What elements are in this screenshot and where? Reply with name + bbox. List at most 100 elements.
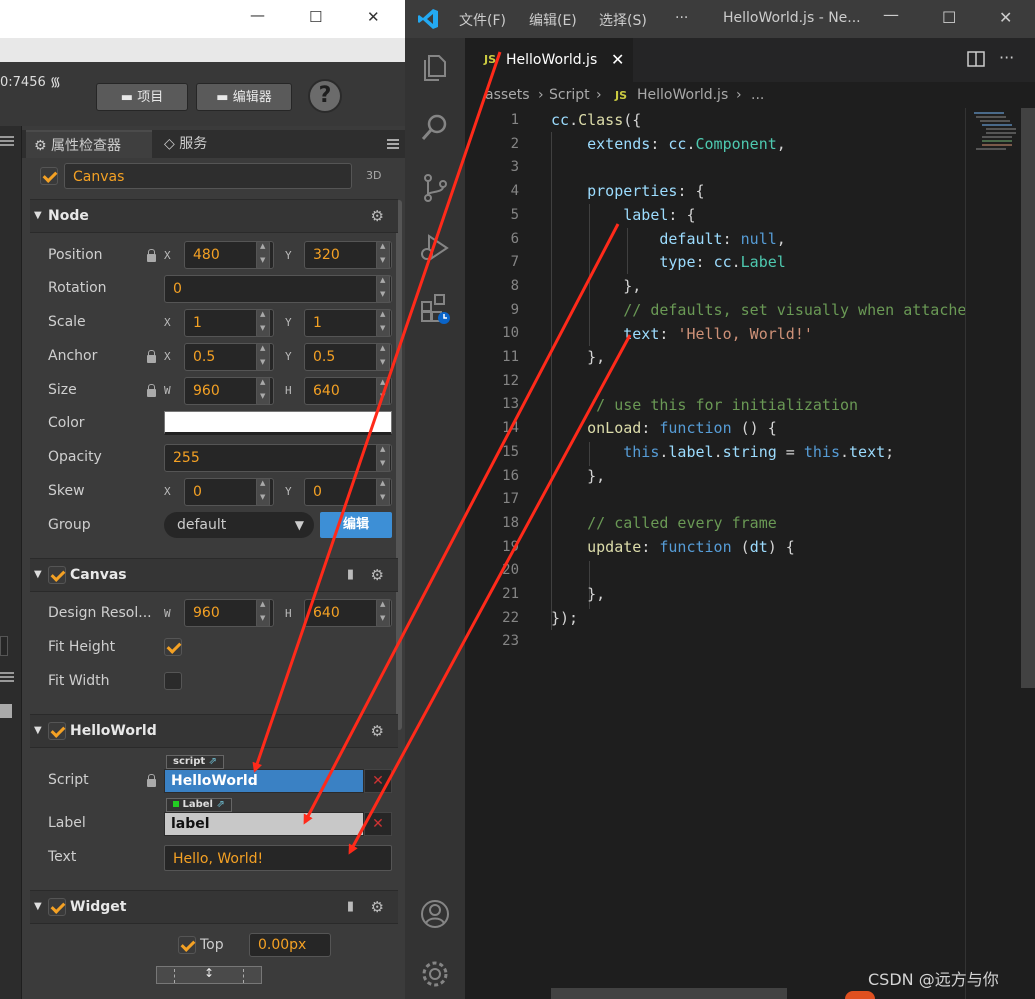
extensions-icon[interactable] (419, 292, 451, 324)
gear-icon[interactable]: ⚙ (371, 722, 384, 740)
design-h-stepper[interactable] (376, 599, 390, 627)
code-line: this.label.string = this.text; (623, 443, 895, 461)
search-icon[interactable] (419, 112, 451, 144)
inspector-content: Canvas 3D ▼ Node ⚙ Position X 480 Y 320 … (30, 158, 398, 999)
vscode-window: 文件(F) 编辑(E) 选择(S) ··· HelloWorld.js - Ne… (405, 0, 1035, 999)
widget-top-checkbox[interactable] (178, 936, 196, 954)
menu-selection[interactable]: 选择(S) (599, 10, 647, 30)
clear-script-icon[interactable]: ✕ (364, 769, 392, 793)
group-select[interactable]: default ▼ (164, 512, 314, 538)
fit-height-label: Fit Height (48, 639, 116, 655)
group-edit-button[interactable]: 编辑 (320, 512, 392, 538)
tab-service[interactable]: ◇ 服务 (156, 130, 256, 158)
node-name-input[interactable]: Canvas (64, 163, 352, 189)
code-editor[interactable]: cc.Class({ extends: cc.Component, proper… (551, 108, 965, 999)
label-type-tag: Label ⇗ (166, 798, 232, 812)
gear-icon[interactable]: ⚙ (371, 566, 384, 584)
tab-inspector[interactable]: ⚙ 属性检查器 (26, 130, 152, 158)
help-book-icon[interactable]: ▮ (347, 899, 354, 914)
more-actions-icon[interactable]: ··· (999, 48, 1014, 67)
minimize-button[interactable]: — (883, 5, 899, 24)
vertical-scrollbar[interactable] (1021, 108, 1035, 688)
cocos-titlebar: — ☐ ✕ (0, 0, 405, 38)
label-ref-field[interactable]: label (164, 812, 364, 836)
settings-gear-icon[interactable] (419, 958, 451, 990)
helloworld-section-header[interactable]: ▼ HelloWorld ⚙ (30, 714, 398, 748)
lock-icon (147, 774, 156, 787)
canvas-enabled-checkbox[interactable] (48, 566, 66, 584)
color-label: Color (48, 415, 85, 431)
script-asset-field[interactable]: HelloWorld (164, 769, 364, 793)
breadcrumb-assets[interactable]: assets (485, 87, 530, 103)
fit-height-checkbox[interactable] (164, 638, 182, 656)
code-line: }); (551, 609, 579, 627)
preview-address: 0:7456 ᯾ (0, 75, 61, 90)
help-book-icon[interactable]: ▮ (347, 567, 354, 582)
explorer-icon[interactable] (419, 52, 451, 84)
helloworld-enabled-checkbox[interactable] (48, 722, 66, 740)
editor-button[interactable]: ▬ 编辑器 (196, 83, 292, 111)
breadcrumb-file[interactable]: HelloWorld.js (637, 87, 728, 103)
close-button[interactable]: ✕ (367, 8, 380, 26)
skew-x-stepper[interactable] (256, 478, 270, 506)
node-section-header[interactable]: ▼ Node ⚙ (30, 199, 398, 233)
size-h-stepper[interactable] (376, 377, 390, 405)
node-active-checkbox[interactable] (40, 167, 58, 185)
widget-align-box[interactable]: ↕ (156, 966, 262, 984)
maximize-button[interactable]: ☐ (309, 8, 322, 26)
axis-h-label: H (285, 384, 292, 397)
menu-edit[interactable]: 编辑(E) (529, 10, 577, 30)
widget-section-header[interactable]: ▼ Widget ▮ ⚙ (30, 890, 398, 924)
menu-more[interactable]: ··· (675, 10, 688, 26)
gear-icon[interactable]: ⚙ (371, 207, 384, 225)
position-y-stepper[interactable] (376, 241, 390, 269)
tab-helloworld-js[interactable]: JS HelloWorld.js ✕ (465, 38, 633, 82)
opacity-stepper[interactable] (376, 444, 390, 472)
menu-icon[interactable] (387, 139, 399, 141)
clear-label-icon[interactable]: ✕ (364, 812, 392, 836)
breadcrumb-script[interactable]: Script (549, 87, 590, 103)
line-number: 17 (502, 491, 519, 508)
source-control-icon[interactable] (419, 172, 451, 204)
scale-y-stepper[interactable] (376, 309, 390, 337)
menu-file[interactable]: 文件(F) (459, 10, 506, 30)
line-number: 20 (502, 562, 519, 579)
axis-y-label: Y (285, 485, 292, 498)
fit-width-checkbox[interactable] (164, 672, 182, 690)
chevron-right-icon: › (736, 87, 742, 103)
split-editor-icon[interactable] (967, 50, 985, 68)
horizontal-scrollbar[interactable] (551, 988, 787, 999)
breadcrumb-more[interactable]: ... (751, 87, 764, 103)
anchor-x-stepper[interactable] (256, 343, 270, 371)
code-line: type: cc.Label (659, 253, 786, 271)
close-button[interactable]: ✕ (999, 8, 1012, 27)
gear-icon[interactable]: ⚙ (371, 898, 384, 916)
position-x-stepper[interactable] (256, 241, 270, 269)
3d-toggle[interactable]: 3D (366, 169, 381, 182)
code-line: update: function (dt) { (587, 538, 795, 556)
design-w-stepper[interactable] (256, 599, 270, 627)
close-tab-icon[interactable]: ✕ (611, 50, 624, 69)
line-number: 18 (502, 514, 519, 531)
rotation-input[interactable]: 0 (164, 275, 392, 303)
minimap[interactable] (965, 108, 1021, 999)
rotation-stepper[interactable] (376, 275, 390, 303)
size-w-stepper[interactable] (256, 377, 270, 405)
scale-x-stepper[interactable] (256, 309, 270, 337)
widget-top-input[interactable]: 0.00px (249, 933, 331, 957)
dropdown-icon[interactable] (0, 704, 12, 718)
account-icon[interactable] (419, 898, 451, 930)
help-button[interactable]: ? (308, 79, 342, 113)
text-input[interactable]: Hello, World! (164, 845, 392, 871)
minimize-button[interactable]: — (250, 6, 265, 24)
color-swatch[interactable] (164, 411, 392, 435)
project-button[interactable]: ▬ 项目 (96, 83, 188, 111)
canvas-section-header[interactable]: ▼ Canvas ▮ ⚙ (30, 558, 398, 592)
opacity-input[interactable]: 255 (164, 444, 392, 472)
maximize-button[interactable]: ☐ (942, 8, 956, 27)
anchor-y-stepper[interactable] (376, 343, 390, 371)
widget-enabled-checkbox[interactable] (48, 898, 66, 916)
run-debug-icon[interactable] (419, 232, 451, 264)
skew-y-stepper[interactable] (376, 478, 390, 506)
